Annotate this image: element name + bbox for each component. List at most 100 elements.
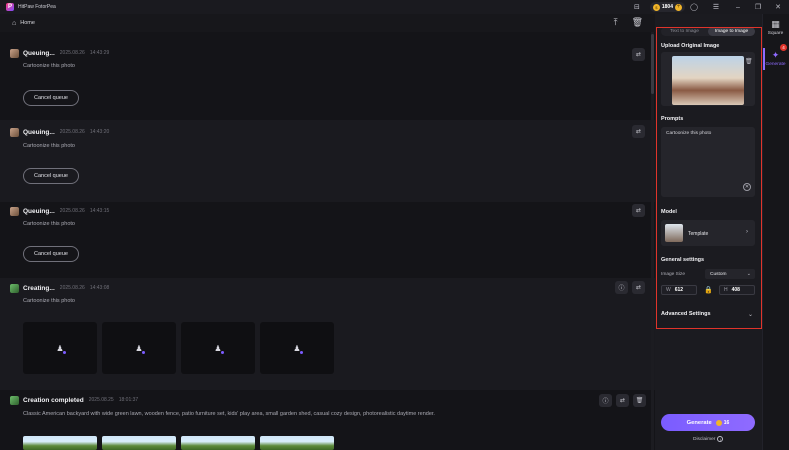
- general-settings-title: General settings: [661, 257, 705, 263]
- advanced-settings-toggle[interactable]: Advanced Settings ⌄: [661, 309, 755, 319]
- image-size-label: Image Size: [661, 272, 685, 277]
- task-prompt: Cartoonize this photo: [23, 143, 75, 149]
- task-prompt: Cartoonize this photo: [23, 63, 75, 69]
- width-field[interactable]: W 612: [661, 285, 697, 295]
- task-feed: Queuing... 2025.08.26 14:43:29 Cartooniz…: [0, 32, 655, 450]
- loading-icon: ♟: [135, 343, 145, 354]
- task-status: Queuing...: [23, 128, 55, 136]
- chevron-right-icon: ›: [746, 229, 748, 235]
- remove-image-icon[interactable]: 🗑: [745, 58, 753, 65]
- model-thumbnail: [665, 224, 683, 242]
- regenerate-icon[interactable]: ⇄: [632, 281, 645, 294]
- minimize-icon[interactable]: –: [731, 0, 745, 14]
- maximize-icon[interactable]: ❐: [751, 0, 765, 14]
- image-size-select[interactable]: Custom ⌄: [705, 269, 755, 279]
- menu-icon[interactable]: ☰: [709, 0, 723, 14]
- task-prompt: Cartoonize this photo: [23, 221, 75, 227]
- trash-icon[interactable]: 🗑: [632, 17, 643, 28]
- upload-title: Upload Original Image: [661, 43, 720, 49]
- cancel-queue-button[interactable]: Cancel queue: [23, 90, 79, 106]
- clear-prompt-icon[interactable]: ✕: [743, 183, 751, 191]
- tab-text-to-image[interactable]: Text to Image: [661, 27, 708, 36]
- feed-header: ⌂ Home ⤒ 🗑: [0, 14, 655, 32]
- tab-image-to-image[interactable]: Image to Image: [708, 27, 755, 36]
- generating-placeholder: ♟: [23, 322, 97, 374]
- notification-badge: 4: [780, 44, 787, 51]
- cancel-queue-button[interactable]: Cancel queue: [23, 168, 79, 184]
- feed-scrollbar-thumb[interactable]: [651, 34, 654, 94]
- result-image[interactable]: [260, 436, 334, 450]
- task-thumbnail: [10, 395, 19, 405]
- task-card: Queuing... 2025.08.26 14:43:15 Cartooniz…: [0, 202, 655, 278]
- app-logo-icon: P: [6, 3, 14, 11]
- task-date: 2025.08.25: [88, 397, 114, 403]
- task-date: 2025.08.26: [59, 208, 85, 214]
- result-image[interactable]: [102, 436, 176, 450]
- result-image[interactable]: [23, 436, 97, 450]
- task-status: Queuing...: [23, 207, 55, 215]
- generating-placeholder: ♟: [102, 322, 176, 374]
- disclaimer-label: Disclaimer: [693, 436, 716, 442]
- right-nav: [762, 14, 789, 450]
- prompt-textarea[interactable]: [661, 127, 755, 197]
- user-icon[interactable]: ◯: [687, 0, 701, 14]
- generating-placeholder: ♟: [260, 322, 334, 374]
- task-thumbnail: [10, 283, 19, 293]
- generate-button[interactable]: Generate 16: [661, 414, 755, 431]
- cancel-queue-button[interactable]: Cancel queue: [23, 246, 79, 262]
- header-actions: ⤒ 🗑: [614, 17, 643, 28]
- task-date: 2025.08.26: [59, 285, 85, 291]
- aspect-lock-icon[interactable]: 🔒: [704, 286, 713, 294]
- disclaimer-link[interactable]: Disclaimer i: [693, 436, 724, 442]
- credits-badge[interactable]: $ 1804 +: [649, 2, 685, 12]
- task-header: Queuing... 2025.08.26 14:43:29: [10, 46, 109, 60]
- grid-icon: ▦: [771, 19, 780, 29]
- task-prompt: Cartoonize this photo: [23, 298, 75, 304]
- task-time: 18:01:37: [118, 397, 139, 403]
- home-link[interactable]: Home: [20, 20, 35, 26]
- regenerate-icon[interactable]: ⇄: [616, 394, 629, 407]
- task-thumbnail: [10, 206, 19, 216]
- nav-generate[interactable]: ✦ Generate: [762, 50, 789, 67]
- delete-icon[interactable]: 🗑: [633, 394, 646, 407]
- info-icon[interactable]: ⓘ: [599, 394, 612, 407]
- prompts-title: Prompts: [661, 116, 684, 122]
- model-title: Model: [661, 209, 677, 215]
- task-time: 14:43:08: [89, 285, 110, 291]
- close-icon[interactable]: ✕: [771, 0, 785, 14]
- result-image[interactable]: [181, 436, 255, 450]
- task-header: Queuing... 2025.08.26 14:43:15: [10, 204, 109, 218]
- add-credits-icon[interactable]: +: [675, 3, 682, 11]
- task-date: 2025.08.26: [59, 129, 85, 135]
- regenerate-icon[interactable]: ⇄: [632, 125, 645, 138]
- task-status: Creation completed: [23, 396, 84, 404]
- info-icon: i: [717, 436, 724, 442]
- regenerate-icon[interactable]: ⇄: [632, 48, 645, 61]
- app-window: P HitPaw FotorPea ⊟ $ 1804 + ◯ ☰ – ❐ ✕ ⌂…: [0, 0, 789, 450]
- app-title: HitPaw FotorPea: [18, 4, 56, 10]
- chevron-down-icon: ⌄: [746, 271, 751, 277]
- height-field[interactable]: H 408: [719, 285, 755, 295]
- generating-placeholder: ♟: [181, 322, 255, 374]
- nav-square[interactable]: ▦ Square: [762, 19, 789, 36]
- generate-label: Generate: [686, 419, 712, 426]
- prompt-value: Cartoonize this photo: [666, 131, 712, 136]
- task-card: Queuing... 2025.08.26 14:43:20 Cartooniz…: [0, 120, 655, 202]
- upload-icon[interactable]: ⤒: [614, 17, 618, 28]
- width-letter: W: [666, 287, 671, 293]
- task-date: 2025.08.26: [59, 50, 85, 56]
- task-time: 14:43:20: [89, 129, 110, 135]
- loading-icon: ♟: [293, 343, 303, 354]
- info-icon[interactable]: ⓘ: [615, 281, 628, 294]
- width-value: 612: [674, 287, 684, 293]
- feed-scrollbar[interactable]: [651, 32, 654, 450]
- coin-icon: $: [652, 3, 660, 11]
- uploaded-image: [672, 56, 744, 105]
- gamepad-icon[interactable]: ⊟: [630, 0, 644, 14]
- loading-icon: ♟: [56, 343, 66, 354]
- generate-cost: 16: [723, 419, 730, 426]
- chevron-down-icon: ⌄: [747, 311, 753, 318]
- regenerate-icon[interactable]: ⇄: [632, 204, 645, 217]
- home-icon[interactable]: ⌂: [12, 20, 16, 27]
- image-size-value: Custom: [710, 271, 727, 277]
